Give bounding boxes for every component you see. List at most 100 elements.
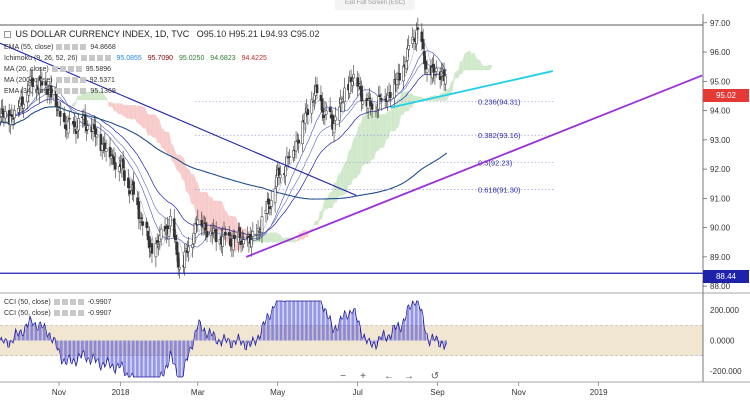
cloud-segment [324,199,327,210]
legend-value: 95.0855 [116,55,142,62]
candle-body [404,61,408,69]
cloud-segment [153,114,155,138]
cloud-segment [381,114,383,148]
candle-body [242,239,245,245]
legend-controls-icon[interactable] [53,299,84,306]
cloud-segment [178,154,180,173]
cloud-segment [162,129,164,149]
cloud-segment [269,232,272,243]
cloud-segment [472,53,475,71]
scroll-right-button[interactable]: → [402,370,416,384]
cloud-segment [78,95,80,101]
legend-cci-2[interactable]: CCI (50, close) -0.9907 [4,310,111,317]
close-value: 95.02 [296,29,320,39]
candle-body [176,252,180,268]
cloud-segment [402,92,404,115]
cloud-segment [328,192,331,208]
scroll-left-button[interactable]: ← [382,370,396,384]
cloud-segment [146,111,149,136]
legend-ma20[interactable]: MA (20, close) 95.5896 [4,66,111,73]
cloud-segment [379,114,382,149]
cloud-segment [127,105,129,119]
candle-body [100,143,104,151]
cloud-segment [348,150,350,186]
zoom-out-button[interactable]: − [336,370,350,384]
x-tick-label: Mar [191,388,205,397]
low-value: 94.93 [265,29,288,39]
candle-body [205,231,209,238]
cloud-segment [271,232,273,243]
candle-body [239,240,243,245]
cloud-segment [356,129,358,179]
candle-body [204,222,207,231]
legend-cci-1[interactable]: CCI (50, close) -0.9907 [4,299,111,306]
candle-body [434,67,438,72]
candle-body [150,243,154,254]
candle-body [73,121,76,128]
legend-value: 95.0250 [179,55,205,62]
legend-ema55[interactable]: EMA (55, close) 94.8668 [4,44,116,51]
candle-body [395,78,399,85]
candle-body [57,106,61,109]
candle-body [284,166,287,177]
candle-body [294,141,298,152]
cloud-segment [131,105,133,120]
candle-body [214,229,218,243]
candle-body [62,113,66,123]
x-tick-label: Nov [512,388,526,397]
legend-ema34[interactable]: EMA (34, close) 95.1369 [4,88,116,95]
candle-body [425,68,429,73]
exit-fullscreen-button[interactable]: Exit Full Screen (ESC) [335,0,415,10]
candle-body [231,238,235,251]
cloud-segment [349,148,352,185]
cloud-segment [292,239,294,243]
cloud-segment [382,114,384,148]
cloud-segment [484,65,487,71]
cloud-segment [353,137,356,179]
cloud-segment [163,129,166,152]
cloud-segment [167,131,169,155]
legend-ma200[interactable]: MA (200, close) 92.5371 [4,77,115,84]
y-tick-label: 89.00 [710,253,731,262]
legend-controls-icon[interactable] [56,44,87,51]
cloud-segment [265,233,268,243]
candle-body [444,75,447,85]
cloud-segment [357,124,359,177]
cloud-segment [315,221,318,226]
candle-body [432,63,435,73]
legend-controls-icon[interactable] [51,66,82,73]
y-tick-label: 88.00 [710,282,731,291]
collapse-toggle-icon[interactable] [4,31,11,39]
cloud-segment [208,194,210,234]
candle-body [268,206,272,210]
cci-tick-label: 200.000 [710,306,739,315]
legend-controls-icon[interactable] [80,55,111,62]
cloud-segment [279,233,281,243]
cloud-segment [448,87,450,98]
candle-body [187,246,190,252]
cloud-segment [465,52,467,71]
cloud-segment [199,188,201,227]
cloud-segment [129,105,131,120]
cloud-segment [294,239,297,243]
cci-band [0,325,703,356]
legend-ichimoku[interactable]: Ichimoku (9, 26, 52, 26) 95.0855 95.7090… [4,55,267,62]
candle-body [154,243,158,258]
candle-body [357,82,361,85]
cloud-segment [79,95,82,101]
x-tick-label: Sep [430,388,445,397]
zoom-in-button[interactable]: + [356,370,370,384]
legend-controls-icon[interactable] [53,310,84,317]
candle-body [77,118,80,131]
candle-body [110,155,113,159]
legend-controls-icon[interactable] [55,77,86,84]
candle-body [191,244,194,248]
candle-body [424,60,428,70]
candle-body [374,110,378,113]
legend-controls-icon[interactable] [56,88,87,95]
reset-chart-button[interactable]: ↺ [428,370,442,384]
candle-body [351,81,354,86]
legend-label: CCI (50, close) [4,299,51,306]
y-tick-label: 90.00 [710,224,731,233]
candle-body [200,220,204,227]
